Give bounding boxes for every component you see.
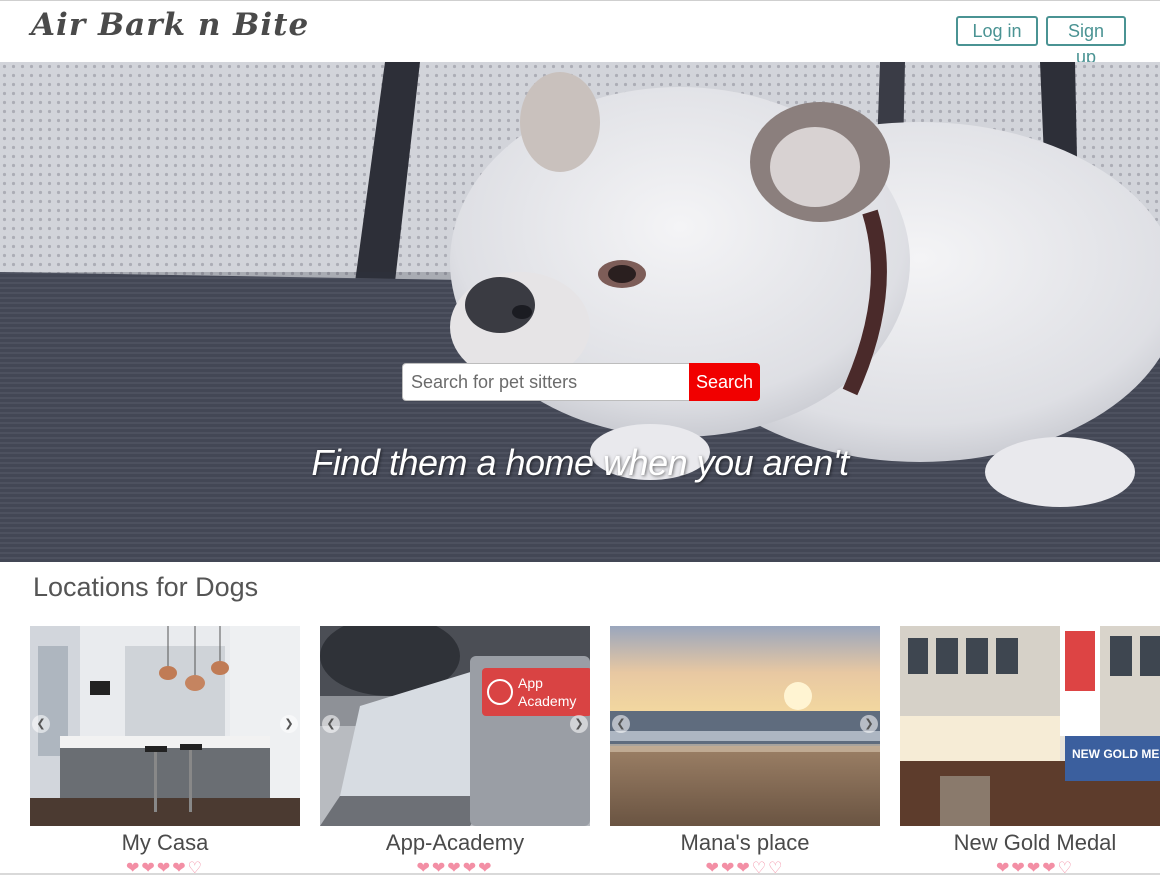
section-title: Locations for Dogs [33, 572, 259, 602]
rating-hearts: ❤❤❤♡♡ [610, 860, 880, 878]
location-name[interactable]: New Gold Medal [900, 829, 1160, 856]
chevron-left-icon[interactable]: ❮ [612, 715, 630, 733]
search-bar: Search [402, 363, 760, 401]
location-photo[interactable]: NEW GOLD MEDAL ❯ [900, 626, 1160, 826]
location-card[interactable]: ❮ ❯ My Casa ❤❤❤❤♡ [30, 626, 300, 878]
chevron-left-icon[interactable]: ❮ [322, 715, 340, 733]
site-logo[interactable]: Air Bark n Bite [31, 7, 309, 43]
hero-tagline: Find them a home when you aren't [311, 442, 849, 483]
location-card[interactable]: NEW GOLD MEDAL ❯ New Gold Medal ❤❤❤❤♡ [900, 626, 1160, 878]
signup-button[interactable]: Sign up [1046, 16, 1126, 67]
chevron-left-icon[interactable]: ❮ [32, 715, 50, 733]
hero-dog-image [0, 62, 1160, 562]
location-photo[interactable]: ❮ ❯ [30, 626, 300, 826]
chevron-right-icon[interactable]: ❯ [280, 715, 298, 733]
location-photo[interactable]: App Academy ❮ ❯ [320, 626, 590, 826]
rating-hearts: ❤❤❤❤♡ [30, 860, 300, 878]
hero-banner: Search Find them a home when you aren't [0, 62, 1160, 562]
sticker-text: Academy [518, 693, 576, 709]
chevron-right-icon[interactable]: ❯ [860, 715, 878, 733]
top-nav: Air Bark n Bite Log in Sign up [0, 0, 1160, 67]
location-card[interactable]: App Academy ❮ ❯ App-Academy ❤❤❤❤❤ [320, 626, 590, 878]
search-button[interactable]: Search [689, 363, 760, 401]
chevron-right-icon[interactable]: ❯ [570, 715, 588, 733]
rating-hearts: ❤❤❤❤❤ [320, 860, 590, 878]
rating-hearts: ❤❤❤❤♡ [900, 860, 1160, 878]
sticker-text: App [518, 675, 543, 691]
search-input[interactable] [402, 363, 690, 401]
location-name[interactable]: My Casa [30, 829, 300, 856]
location-photo[interactable]: ❮ ❯ [610, 626, 880, 826]
location-name[interactable]: App-Academy [320, 829, 590, 856]
location-card[interactable]: ❮ ❯ Mana's place ❤❤❤♡♡ [610, 626, 880, 878]
location-name[interactable]: Mana's place [610, 829, 880, 856]
restaurant-sign-text: NEW GOLD MEDAL [1072, 747, 1160, 761]
login-button[interactable]: Log in [956, 16, 1038, 46]
